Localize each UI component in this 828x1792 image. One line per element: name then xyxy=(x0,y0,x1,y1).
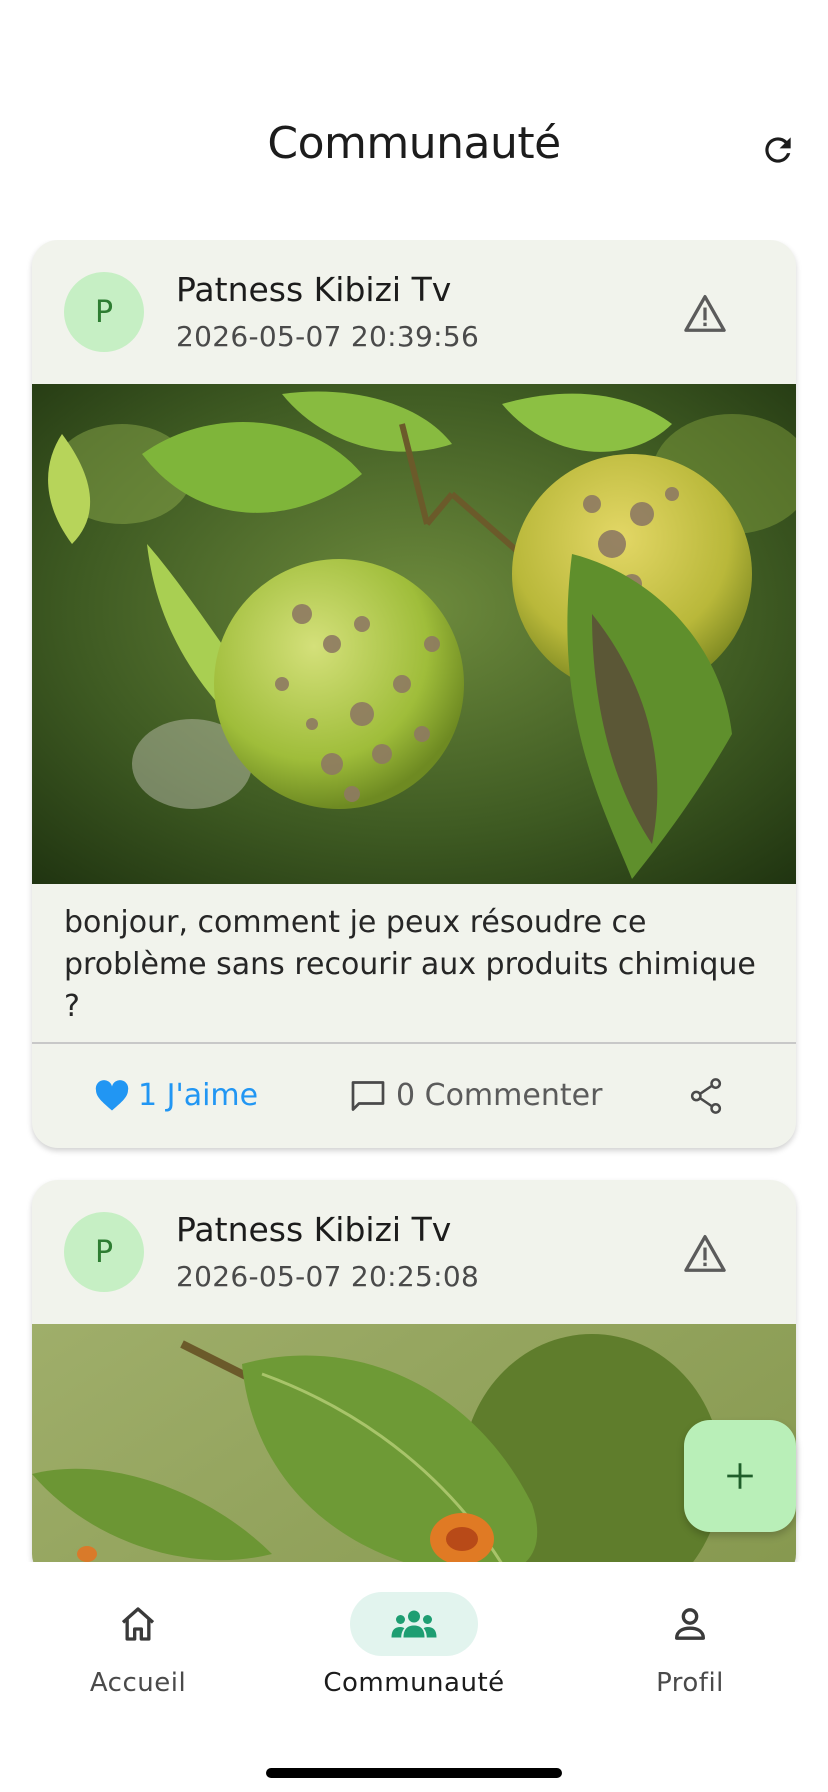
post-card: P Patness Kibizi Tv 2026-05-07 20:25:08 xyxy=(32,1180,796,1562)
refresh-icon xyxy=(765,137,791,163)
post-timestamp: 2026-05-07 20:25:08 xyxy=(176,1260,480,1293)
post-timestamp: 2026-05-07 20:39:56 xyxy=(176,320,480,353)
post-text: bonjour, comment je peux résoudre ce pro… xyxy=(64,905,756,1024)
page-title: Communauté xyxy=(267,118,561,169)
community-icon xyxy=(391,1610,437,1638)
add-post-button[interactable] xyxy=(684,1420,796,1532)
apple-scab-photo xyxy=(32,384,796,884)
post-image[interactable] xyxy=(32,1324,796,1562)
nav-pill-active xyxy=(350,1592,478,1656)
like-button[interactable]: 1 J'aime xyxy=(94,1078,258,1113)
nav-label-profile: Profil xyxy=(656,1668,724,1698)
bottom-navigation: Accueil Communauté Profil xyxy=(0,1562,828,1792)
nav-label-home: Accueil xyxy=(89,1668,187,1698)
post-author[interactable]: Patness Kibizi Tv xyxy=(176,270,451,309)
share-button[interactable] xyxy=(686,1074,726,1118)
like-label: 1 J'aime xyxy=(138,1078,259,1113)
avatar[interactable]: P xyxy=(64,272,144,352)
comment-button[interactable]: 0 Commenter xyxy=(350,1078,602,1113)
warning-icon xyxy=(684,295,726,332)
nav-label-community: Communauté xyxy=(323,1668,505,1698)
refresh-button[interactable] xyxy=(756,128,800,172)
nav-item-profile[interactable]: Profil xyxy=(552,1592,828,1698)
post-author[interactable]: Patness Kibizi Tv xyxy=(176,1210,451,1249)
report-button[interactable] xyxy=(682,290,728,336)
home-icon xyxy=(121,1607,155,1641)
nav-pill xyxy=(626,1592,754,1656)
report-button[interactable] xyxy=(682,1230,728,1276)
heart-icon xyxy=(95,1079,129,1111)
pear-rust-leaf-photo xyxy=(32,1324,796,1562)
plus-icon xyxy=(727,1463,753,1489)
home-indicator[interactable] xyxy=(266,1768,562,1778)
comment-icon xyxy=(351,1080,385,1111)
person-icon xyxy=(675,1608,705,1640)
post-header: P Patness Kibizi Tv 2026-05-07 20:39:56 xyxy=(32,240,796,384)
app-bar: Communauté xyxy=(0,110,828,190)
post-card: P Patness Kibizi Tv 2026-05-07 20:39:56 xyxy=(32,240,796,1148)
nav-item-home[interactable]: Accueil xyxy=(0,1592,276,1698)
post-actions: 1 J'aime 0 Commenter xyxy=(32,1044,796,1148)
avatar[interactable]: P xyxy=(64,1212,144,1292)
post-header: P Patness Kibizi Tv 2026-05-07 20:25:08 xyxy=(32,1180,796,1324)
warning-icon xyxy=(684,1235,726,1272)
comment-label: 0 Commenter xyxy=(396,1078,603,1113)
nav-item-community[interactable]: Communauté xyxy=(276,1592,552,1698)
post-feed[interactable]: P Patness Kibizi Tv 2026-05-07 20:39:56 xyxy=(0,240,828,1562)
post-image[interactable] xyxy=(32,384,796,884)
nav-pill xyxy=(74,1592,202,1656)
share-icon xyxy=(690,1078,722,1114)
